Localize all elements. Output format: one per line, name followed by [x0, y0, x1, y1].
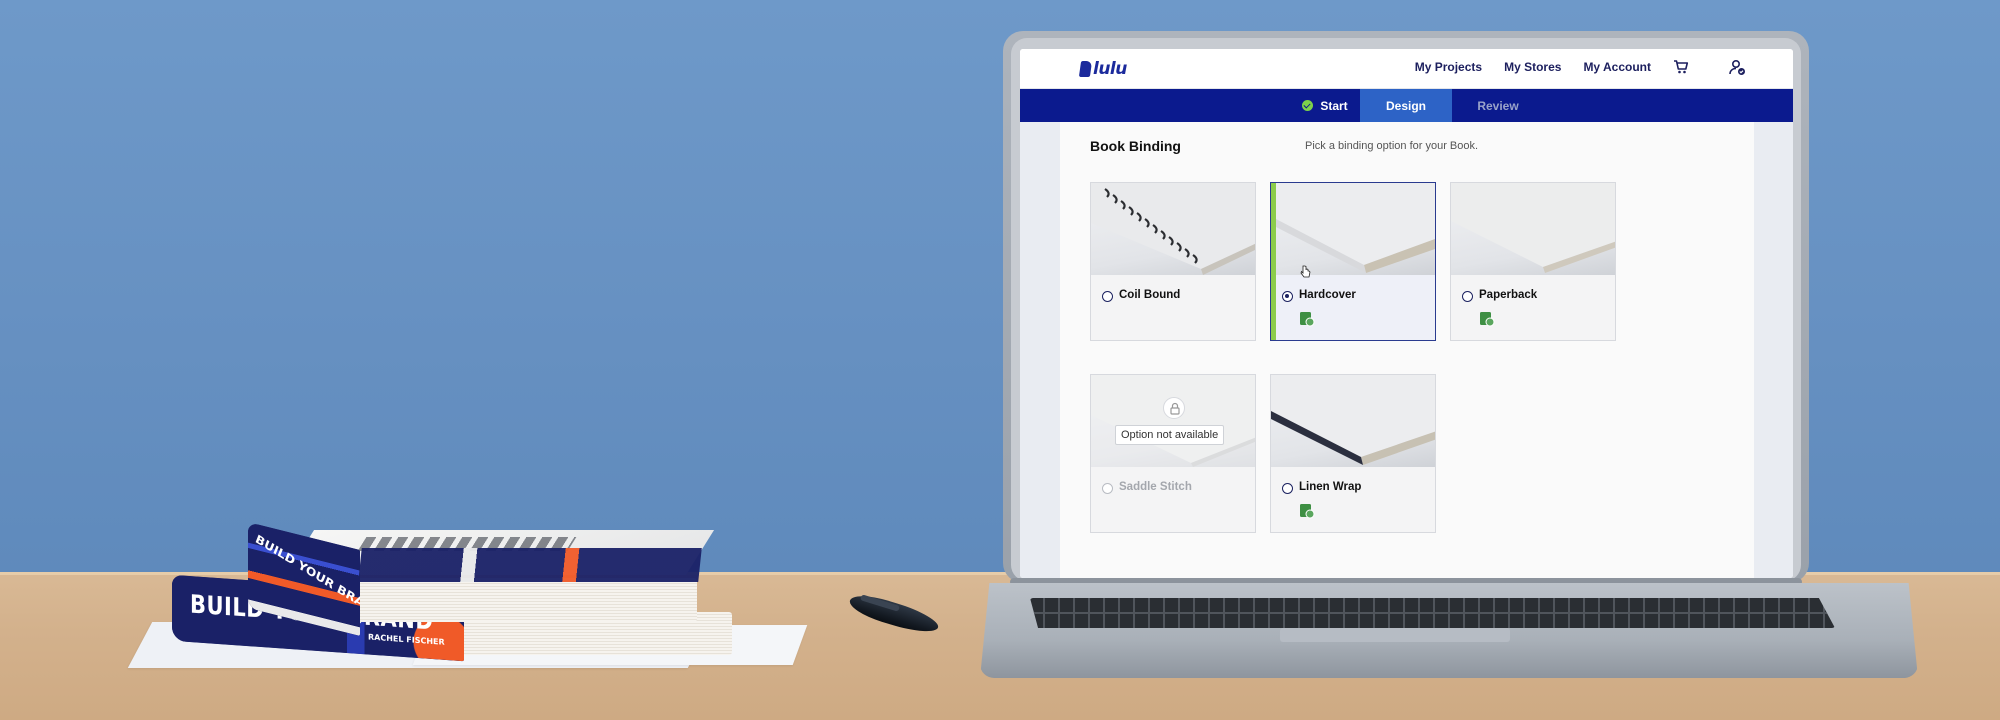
- label-linen-wrap: Linen Wrap: [1299, 481, 1362, 493]
- mouse-cursor-icon: [1300, 265, 1312, 279]
- radio-hardcover[interactable]: [1282, 291, 1293, 302]
- label-hardcover: Hardcover: [1299, 289, 1356, 301]
- label-saddle-stitch: Saddle Stitch: [1119, 481, 1192, 493]
- hardcover-photo: [1276, 183, 1435, 275]
- coil-bound-photo: [1091, 183, 1255, 275]
- binding-option-linen-wrap[interactable]: Linen Wrap: [1270, 374, 1436, 533]
- binding-option-coil-bound[interactable]: Coil Bound: [1090, 182, 1256, 341]
- binding-panel: Book Binding Pick a binding option for y…: [1060, 122, 1754, 578]
- logo-text: lulu: [1093, 59, 1127, 79]
- unavailable-tooltip: Option not available: [1115, 425, 1225, 445]
- lock-icon: [1163, 397, 1185, 419]
- eco-print-icon: [1299, 311, 1315, 327]
- step-review-label: Review: [1477, 98, 1519, 113]
- laptop-keyboard: [1030, 598, 1835, 628]
- paperback-photo: [1451, 183, 1615, 275]
- step-design-label: Design: [1385, 98, 1426, 113]
- binding-option-paperback[interactable]: Paperback: [1450, 182, 1616, 341]
- step-review[interactable]: Review: [1452, 89, 1544, 122]
- binding-option-hardcover[interactable]: Hardcover: [1270, 182, 1436, 341]
- nav-my-projects[interactable]: My Projects: [1415, 60, 1482, 74]
- top-nav: My Projects My Stores My Account: [1415, 59, 1745, 75]
- user-profile-icon[interactable]: [1729, 59, 1745, 75]
- saddle-stitch-photo: [1091, 375, 1255, 467]
- app-header: lulu My Projects My Stores My Account: [1020, 49, 1793, 89]
- section-title: Book Binding: [1090, 138, 1181, 154]
- binding-option-saddle-stitch: Option not available Saddle Stitch: [1090, 374, 1256, 533]
- progress-steps: Start Design Review: [1020, 89, 1793, 122]
- eco-print-icon: [1299, 503, 1315, 519]
- radio-paperback[interactable]: [1462, 291, 1473, 302]
- nav-my-account[interactable]: My Account: [1583, 60, 1651, 74]
- radio-linen-wrap[interactable]: [1282, 483, 1293, 494]
- check-icon: [1302, 100, 1314, 111]
- linen-wrap-photo: [1271, 375, 1435, 467]
- cart-icon[interactable]: [1673, 59, 1689, 75]
- lulu-logo[interactable]: lulu: [1078, 59, 1127, 79]
- logo-mark-icon: [1078, 61, 1093, 77]
- label-paperback: Paperback: [1479, 289, 1538, 301]
- eco-print-icon: [1479, 311, 1495, 327]
- step-design[interactable]: Design: [1360, 89, 1452, 122]
- section-hint: Pick a binding option for your Book.: [1305, 140, 1479, 152]
- label-coil-bound: Coil Bound: [1119, 289, 1181, 301]
- laptop-trackpad: [1280, 628, 1510, 642]
- step-start-label: Start: [1320, 98, 1348, 113]
- radio-coil-bound[interactable]: [1102, 291, 1113, 302]
- laptop-screen: lulu My Projects My Stores My Account St…: [1020, 49, 1793, 578]
- step-start[interactable]: Start: [1280, 89, 1370, 122]
- nav-my-stores[interactable]: My Stores: [1504, 60, 1561, 74]
- radio-saddle-stitch: [1102, 483, 1113, 494]
